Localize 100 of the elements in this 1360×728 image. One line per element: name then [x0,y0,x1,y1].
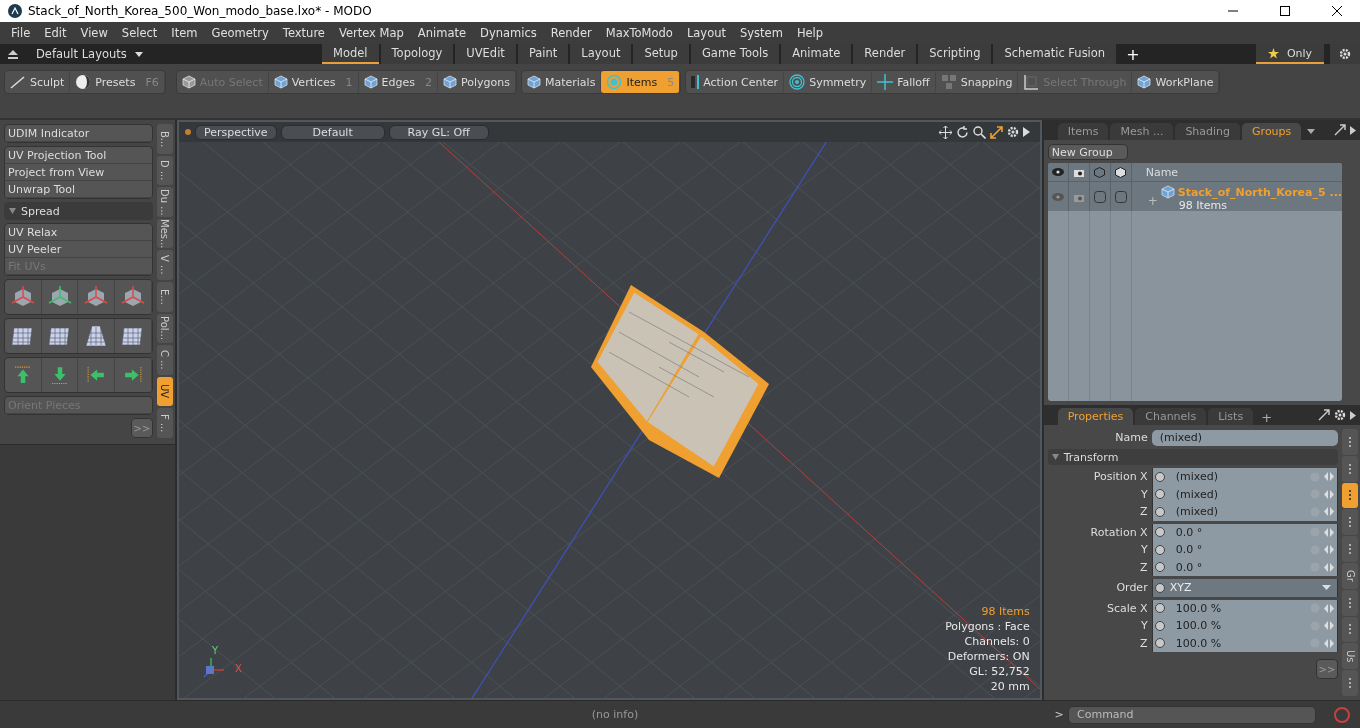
panel-tab[interactable]: Groups [1242,123,1302,140]
arrow-icon[interactable] [50,366,69,384]
toolbar-button[interactable]: WorkPlane [1132,71,1220,93]
menu-item[interactable]: Texture [275,26,332,40]
toolbar-button[interactable]: Sculpt [5,71,71,93]
value-field[interactable]: (mixed) [1151,503,1338,521]
expand-icon[interactable] [1318,409,1330,421]
toolbar-button[interactable]: Materials [521,71,602,93]
menu-item[interactable]: View [73,26,115,40]
menu-item[interactable]: System [733,26,790,40]
arrow-icon[interactable] [13,366,32,384]
keyframe-icon[interactable] [1154,582,1165,593]
toolbar-button[interactable]: Polygons [438,71,516,93]
menu-item[interactable]: Select [114,26,165,40]
layouts-dropdown[interactable]: Default Layouts [0,44,322,64]
keyframe-icon[interactable] [1154,562,1165,573]
layout-tab[interactable]: Model [322,44,379,64]
name-field[interactable]: (mixed) [1151,429,1338,446]
keyframe-icon[interactable] [1154,489,1165,500]
settings-icon[interactable] [1334,409,1346,421]
toolbar-button[interactable]: Action Center [686,71,785,93]
side-tab[interactable] [1342,509,1358,536]
column-header[interactable]: Name [1131,163,1179,181]
checkbox-icon[interactable] [1114,190,1127,203]
value-field[interactable]: (mixed) [1151,468,1338,486]
side-tab[interactable]: B... [156,124,173,154]
side-tab[interactable]: V ... [156,250,173,280]
layout-tab[interactable]: Paint [517,44,569,64]
panel-tab[interactable]: Mesh ... [1110,123,1174,140]
keyframe-icon[interactable] [1154,603,1165,614]
keyframe-icon[interactable] [1154,506,1165,517]
checkbox-icon[interactable] [1093,190,1106,203]
side-tab[interactable]: D ... [156,155,173,186]
menu-item[interactable]: Help [789,26,831,40]
keyframe-icon[interactable] [1154,527,1165,538]
side-tab[interactable]: E... [156,281,173,312]
value-field[interactable]: 0.0 ° [1151,523,1338,541]
side-tab[interactable]: Mes... [156,218,173,249]
panel-tab[interactable]: Channels [1135,408,1207,425]
layout-tab[interactable]: Topology [380,44,454,64]
side-tab[interactable] [1342,670,1358,696]
menu-item[interactable]: Render [543,26,599,40]
layout-tab[interactable]: Animate [781,44,852,64]
arrow-icon[interactable] [124,366,143,384]
panel-tab[interactable]: Properties [1057,408,1134,425]
tool-button[interactable]: UV Projection Tool [5,147,152,164]
menu-item[interactable]: File [4,26,38,40]
keyframe-icon[interactable] [1154,620,1165,631]
side-tab[interactable] [1342,482,1358,509]
keyframe-icon[interactable] [1154,471,1165,482]
side-tab[interactable]: Gr [1342,563,1358,589]
menu-item[interactable]: Layout [679,26,733,40]
toolbar-button[interactable]: Symmetry [784,71,873,93]
add-tab-button[interactable]: + [1255,410,1279,425]
layout-tab[interactable]: Scripting [918,44,992,64]
menu-item[interactable]: Vertex Map [331,26,411,40]
tool-button[interactable]: Unwrap Tool [5,181,152,198]
settings-icon[interactable] [1006,126,1019,138]
side-tab[interactable]: Du ... [156,187,173,217]
toolbar-button[interactable]: Falloff [872,71,936,93]
panel-tab[interactable]: Shading [1175,123,1241,140]
menu-item[interactable]: Edit [37,26,74,40]
order-dropdown[interactable]: XYZ [1151,579,1338,597]
toolbar-button[interactable]: Snapping [935,71,1019,93]
viewport-option-button[interactable]: Ray GL: Off [388,124,489,140]
layout-tab[interactable]: Render [853,44,917,64]
menu-item[interactable]: Geometry [204,26,276,40]
toolbar-button[interactable]: Presets F6 [70,71,165,93]
side-tab[interactable]: Us [1342,643,1358,670]
panel-tab[interactable]: Items [1057,123,1109,140]
keyframe-icon[interactable] [1154,638,1165,649]
menu-item[interactable]: Animate [410,26,474,40]
play-icon[interactable] [1022,127,1030,137]
arrow-icon[interactable] [87,366,106,384]
keyframe-icon[interactable] [1154,544,1165,555]
tool-button[interactable]: UDIM Indicator [5,125,152,142]
command-field[interactable]: Command [1068,705,1316,724]
section-header[interactable]: Spread [4,202,153,220]
menu-item[interactable]: Item [164,26,205,40]
side-tab[interactable]: Pol... [156,313,173,344]
value-field[interactable]: 100.0 % [1151,617,1338,635]
cube-outline-icon[interactable] [1115,166,1127,178]
maximize-icon[interactable] [989,125,1003,139]
search-icon[interactable] [972,125,986,139]
layout-tab[interactable]: Schematic Fusion [993,44,1117,64]
side-tab[interactable] [1342,455,1358,482]
caret-icon[interactable] [1307,129,1316,134]
toolbar-button[interactable]: Edges 2 [358,71,438,93]
toolbar-button[interactable]: Vertices 1 [268,71,359,93]
tool-button[interactable]: UV Relax [5,224,152,241]
layout-tab[interactable]: UVEdit [455,44,516,64]
side-tab[interactable] [1342,589,1358,616]
rotate-icon[interactable] [955,125,969,139]
only-button[interactable]: Only [1256,44,1324,64]
play-icon[interactable] [1350,410,1356,420]
new-group-button[interactable]: New Group [1047,144,1128,160]
toolbar-button[interactable]: Items 5 [601,71,681,93]
side-tab[interactable] [1342,429,1358,455]
eye-icon[interactable] [1051,168,1064,176]
tool-button[interactable]: Project from View [5,164,152,181]
